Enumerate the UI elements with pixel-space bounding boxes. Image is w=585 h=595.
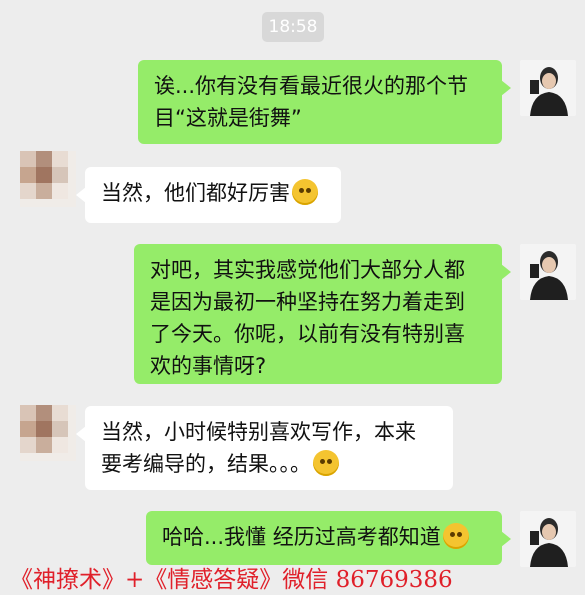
avatar-pixelated[interactable]: [20, 405, 76, 461]
message-bubble-received[interactable]: 当然，小时候特别喜欢写作，本来 要考编导的，结果。。。: [76, 406, 453, 490]
dizzy-face-icon: [292, 179, 318, 205]
message-bubble-sent[interactable]: 对吧，其实我感觉他们大部分人都 是因为最初一种坚持在努力着走到 了今天。你呢，以…: [134, 244, 511, 384]
smirk-face-icon: [442, 523, 469, 549]
laughing-face-icon: [313, 450, 339, 476]
message-bubble-sent[interactable]: 哈哈...我懂 经历过高考都知道: [146, 511, 511, 565]
message-text-line: 对吧，其实我感觉他们大部分人都: [150, 258, 465, 282]
avatar[interactable]: [520, 244, 576, 300]
timestamp-pill: 18:58: [262, 12, 324, 42]
avatar[interactable]: [520, 511, 576, 567]
message-bubble-received[interactable]: 当然，他们都好厉害: [76, 167, 341, 223]
message-text-line: 当然，他们都好厉害: [101, 181, 290, 205]
avatar-pixelated[interactable]: [20, 151, 76, 207]
message-text-line: 了今天。你呢，以前有没有特别喜: [150, 322, 465, 346]
message-text-line: 目“这就是街舞”: [154, 106, 302, 130]
person-avatar-icon: [520, 511, 576, 567]
person-avatar-icon: [520, 60, 576, 116]
message-bubble-sent[interactable]: 诶...你有没有看最近很火的那个节 目“这就是街舞”: [138, 60, 511, 144]
person-avatar-icon: [520, 244, 576, 300]
watermark-promo-text: 《神撩术》+《情感答疑》微信 86769386: [10, 567, 453, 593]
message-text-line: 诶...你有没有看最近很火的那个节: [154, 74, 469, 98]
message-text-line: 是因为最初一种坚持在努力着走到: [150, 290, 465, 314]
message-text-line: 当然，小时候特别喜欢写作，本来: [101, 420, 416, 444]
message-text-line: 要考编导的，结果。。。: [101, 452, 311, 476]
message-text-line: 欢的事情呀?: [150, 354, 267, 378]
message-text-line: 哈哈...我懂 经历过高考都知道: [162, 525, 441, 549]
avatar[interactable]: [520, 60, 576, 116]
